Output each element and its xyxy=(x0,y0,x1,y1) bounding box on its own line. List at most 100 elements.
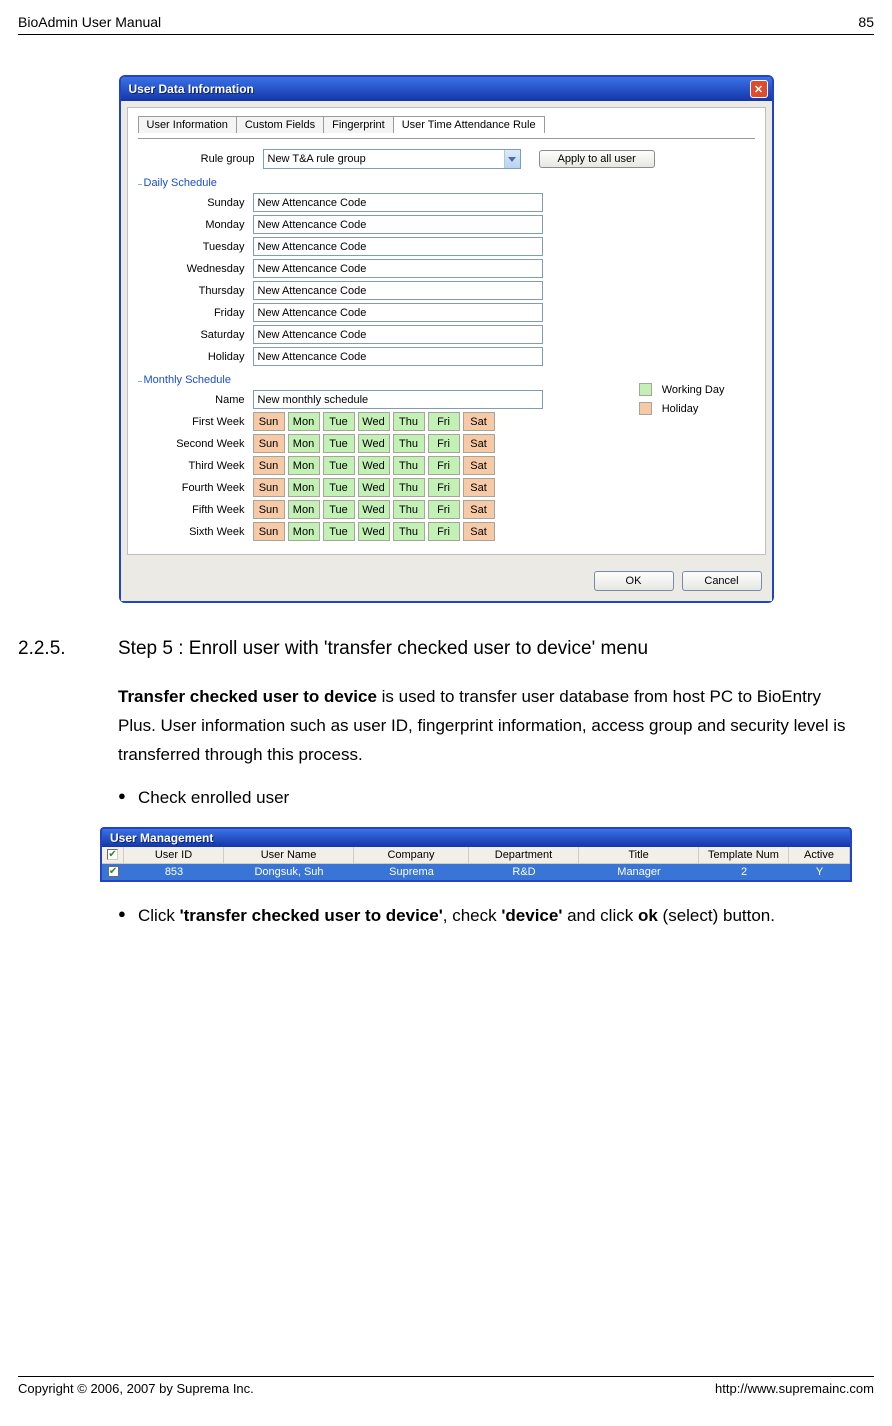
daily-input-holiday[interactable]: New Attencance Code xyxy=(253,347,543,366)
week-day-cell[interactable]: Wed xyxy=(358,478,390,497)
um-col-company[interactable]: Company xyxy=(354,847,469,864)
t1: Click xyxy=(138,906,180,925)
bullet-icon: ● xyxy=(118,784,138,813)
bullet-check-enrolled: Check enrolled user xyxy=(138,784,852,813)
week-day-cell[interactable]: Tue xyxy=(323,478,355,497)
legend-swatch-holiday xyxy=(639,402,652,415)
um-col-title[interactable]: Title xyxy=(579,847,699,864)
daily-input-friday[interactable]: New Attencance Code xyxy=(253,303,543,322)
week-day-cell[interactable]: Tue xyxy=(323,522,355,541)
week-day-cell[interactable]: Thu xyxy=(393,478,425,497)
week-day-cell[interactable]: Thu xyxy=(393,456,425,475)
tab-fingerprint[interactable]: Fingerprint xyxy=(323,116,394,133)
week-day-cell[interactable]: Sun xyxy=(253,434,285,453)
tab-user-information[interactable]: User Information xyxy=(138,116,237,133)
daily-input-tuesday[interactable]: New Attencance Code xyxy=(253,237,543,256)
section-number: 2.2.5. xyxy=(18,633,118,665)
week-day-cell[interactable]: Sat xyxy=(463,412,495,431)
daily-label-sunday: Sunday xyxy=(138,197,253,209)
week-day-cell[interactable]: Sat xyxy=(463,500,495,519)
week-label: Fifth Week xyxy=(138,504,253,516)
um-col-templatenum[interactable]: Template Num xyxy=(699,847,789,864)
week-day-cell[interactable]: Fri xyxy=(428,434,460,453)
week-day-cell[interactable]: Mon xyxy=(288,500,320,519)
week-day-cell[interactable]: Fri xyxy=(428,478,460,497)
footer-rule xyxy=(18,1376,874,1377)
week-day-cell[interactable]: Tue xyxy=(323,434,355,453)
legend-holiday-label: Holiday xyxy=(662,403,699,415)
daily-label-thursday: Thursday xyxy=(138,285,253,297)
tab-user-time-attendance-rule[interactable]: User Time Attendance Rule xyxy=(393,116,545,133)
week-day-cell[interactable]: Mon xyxy=(288,412,320,431)
week-day-cell[interactable]: Sun xyxy=(253,500,285,519)
doc-title: BioAdmin User Manual xyxy=(18,14,161,30)
um-cell-username: Dongsuk, Suh xyxy=(224,864,354,880)
daily-input-sunday[interactable]: New Attencance Code xyxy=(253,193,543,212)
um-data-row[interactable]: ✔ 853 Dongsuk, Suh Suprema R&D Manager 2… xyxy=(102,864,850,880)
um-col-userid[interactable]: User ID xyxy=(124,847,224,864)
week-day-cell[interactable]: Sun xyxy=(253,478,285,497)
t5: and click xyxy=(562,906,638,925)
week-day-cell[interactable]: Thu xyxy=(393,500,425,519)
dialog-screenshot: User Data Information ✕ User Information… xyxy=(119,75,774,603)
user-management-screenshot: User Management ✔ User ID User Name Comp… xyxy=(100,827,852,882)
um-col-department[interactable]: Department xyxy=(469,847,579,864)
daily-input-wednesday[interactable]: New Attencance Code xyxy=(253,259,543,278)
week-day-cell[interactable]: Fri xyxy=(428,500,460,519)
week-day-cell[interactable]: Thu xyxy=(393,434,425,453)
week-day-cell[interactable]: Fri xyxy=(428,412,460,431)
bullet-transfer-click: Click 'transfer checked user to device',… xyxy=(138,902,852,931)
week-day-cell[interactable]: Sun xyxy=(253,412,285,431)
um-cell-company: Suprema xyxy=(354,864,469,880)
week-day-cell[interactable]: Tue xyxy=(323,500,355,519)
week-label: Third Week xyxy=(138,460,253,472)
um-col-active[interactable]: Active xyxy=(789,847,850,864)
week-day-cell[interactable]: Tue xyxy=(323,412,355,431)
ok-button[interactable]: OK xyxy=(594,571,674,591)
week-day-cell[interactable]: Sat xyxy=(463,434,495,453)
tab-custom-fields[interactable]: Custom Fields xyxy=(236,116,324,133)
week-day-cell[interactable]: Wed xyxy=(358,434,390,453)
um-cell-active: Y xyxy=(789,864,850,880)
um-col-username[interactable]: User Name xyxy=(224,847,354,864)
cancel-button[interactable]: Cancel xyxy=(682,571,762,591)
footer-url: http://www.supremainc.com xyxy=(715,1381,874,1396)
week-day-cell[interactable]: Mon xyxy=(288,522,320,541)
daily-input-saturday[interactable]: New Attencance Code xyxy=(253,325,543,344)
daily-input-thursday[interactable]: New Attencance Code xyxy=(253,281,543,300)
week-day-cell[interactable]: Tue xyxy=(323,456,355,475)
apply-to-all-button[interactable]: Apply to all user xyxy=(539,150,655,168)
dialog-title: User Data Information xyxy=(129,82,254,96)
um-row-checkbox[interactable]: ✔ xyxy=(102,864,124,880)
daily-schedule-label: Daily Schedule xyxy=(144,177,755,189)
week-day-cell[interactable]: Wed xyxy=(358,522,390,541)
close-icon[interactable]: ✕ xyxy=(750,80,768,98)
header-rule xyxy=(18,34,874,35)
week-day-cell[interactable]: Mon xyxy=(288,434,320,453)
week-day-cell[interactable]: Sat xyxy=(463,522,495,541)
week-day-cell[interactable]: Sat xyxy=(463,456,495,475)
week-day-cell[interactable]: Wed xyxy=(358,456,390,475)
week-day-cell[interactable]: Sun xyxy=(253,522,285,541)
rule-group-value: New T&A rule group xyxy=(268,153,366,165)
week-day-cell[interactable]: Mon xyxy=(288,456,320,475)
week-day-cell[interactable]: Thu xyxy=(393,522,425,541)
week-day-cell[interactable]: Wed xyxy=(358,500,390,519)
um-cell-department: R&D xyxy=(469,864,579,880)
t2: 'transfer checked user to device' xyxy=(180,906,443,925)
monthly-name-input[interactable]: New monthly schedule xyxy=(253,390,543,409)
week-day-cell[interactable]: Fri xyxy=(428,522,460,541)
um-cell-title: Manager xyxy=(579,864,699,880)
um-header-checkbox[interactable]: ✔ xyxy=(102,847,124,864)
daily-label-wednesday: Wednesday xyxy=(138,263,253,275)
daily-input-monday[interactable]: New Attencance Code xyxy=(253,215,543,234)
tab-separator xyxy=(138,138,755,139)
week-day-cell[interactable]: Wed xyxy=(358,412,390,431)
week-day-cell[interactable]: Fri xyxy=(428,456,460,475)
week-day-cell[interactable]: Sat xyxy=(463,478,495,497)
daily-label-monday: Monday xyxy=(138,219,253,231)
rule-group-select[interactable]: New T&A rule group xyxy=(263,149,521,169)
week-day-cell[interactable]: Thu xyxy=(393,412,425,431)
week-day-cell[interactable]: Mon xyxy=(288,478,320,497)
week-day-cell[interactable]: Sun xyxy=(253,456,285,475)
